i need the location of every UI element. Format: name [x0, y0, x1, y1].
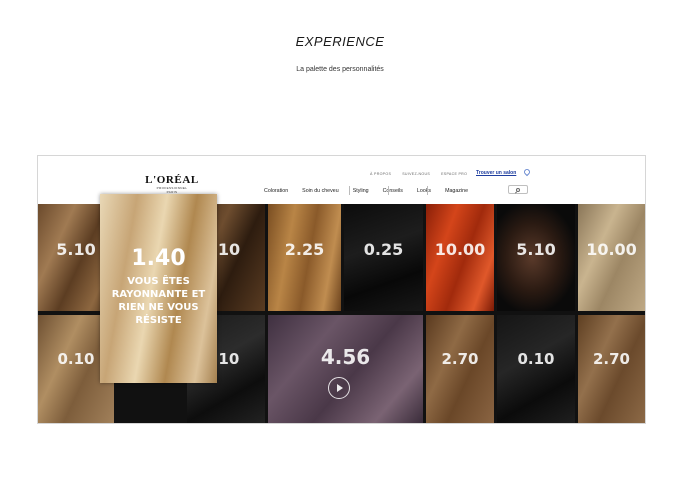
featured-shade-card[interactable]: 1.40 VOUS ÊTES RAYONNANTE ET RIEN NE VOU… [100, 194, 217, 383]
search-button[interactable] [508, 185, 528, 194]
swatch-tile[interactable]: 10.00 [578, 204, 645, 311]
shade-number: 10.00 [586, 240, 637, 259]
shade-number: 4.56 [320, 345, 371, 369]
featured-shade-number: 1.40 [131, 246, 186, 271]
page-heading: EXPERIENCE [295, 34, 385, 49]
top-link-follow[interactable]: SUIVEZ-NOUS [402, 172, 430, 176]
nav-item-styling[interactable]: Styling [353, 187, 369, 195]
swatch-tile[interactable]: 0.10 [497, 315, 575, 423]
pin-icon[interactable] [522, 167, 532, 177]
play-icon [337, 383, 343, 392]
featured-shade-tagline: VOUS ÊTES RAYONNANTE ET RIEN NE VOUS RÉS… [111, 276, 206, 326]
swatch-tile[interactable]: 4.56 [268, 315, 423, 423]
shade-number: 2.70 [592, 350, 630, 368]
nav-item-conseils[interactable]: Conseils [383, 187, 403, 195]
play-button[interactable] [328, 377, 350, 399]
swatch-tile[interactable]: 5.10 [497, 204, 575, 311]
swatch-tile[interactable]: 2.70 [578, 315, 645, 423]
nav-divider [349, 186, 350, 195]
swatch-tile[interactable]: 10.00 [426, 204, 494, 311]
search-icon [516, 187, 520, 192]
shade-number: 5.10 [516, 240, 556, 259]
main-nav: Coloration Soin du cheveu Styling Consei… [264, 187, 482, 195]
shade-number: 0.25 [363, 240, 404, 259]
swatch-tile[interactable]: 2.25 [268, 204, 341, 311]
website-screenshot: L'ORÉAL PROFESSIONNEL PARIS À PROPOS SUI… [37, 155, 646, 424]
page-subheading: La palette des personnalités [296, 66, 384, 73]
nav-item-soin[interactable]: Soin du cheveu [302, 187, 339, 195]
brand-logo[interactable]: L'ORÉAL PROFESSIONNEL PARIS [145, 174, 199, 195]
shade-number: 10.00 [434, 240, 486, 259]
nav-divider [427, 186, 428, 195]
top-link-about[interactable]: À PROPOS [370, 172, 391, 176]
nav-item-coloration[interactable]: Coloration [264, 187, 288, 195]
top-links: À PROPOS SUIVEZ-NOUS ESPACE PRO [370, 172, 467, 176]
swatch-tile[interactable]: 2.70 [426, 315, 494, 423]
logo-wordmark: L'ORÉAL [145, 174, 199, 186]
find-salon-link[interactable]: Trouver un salon [476, 170, 516, 176]
swatch-tile[interactable]: 0.25 [344, 204, 423, 311]
shade-number: 2.70 [441, 350, 479, 368]
nav-item-magazine[interactable]: Magazine [445, 187, 468, 195]
shade-number: 0.10 [517, 350, 555, 368]
shade-number: 2.25 [284, 240, 325, 259]
top-link-pro[interactable]: ESPACE PRO [441, 172, 467, 176]
nav-divider [388, 186, 389, 195]
nav-item-looks[interactable]: Looks [417, 187, 431, 195]
